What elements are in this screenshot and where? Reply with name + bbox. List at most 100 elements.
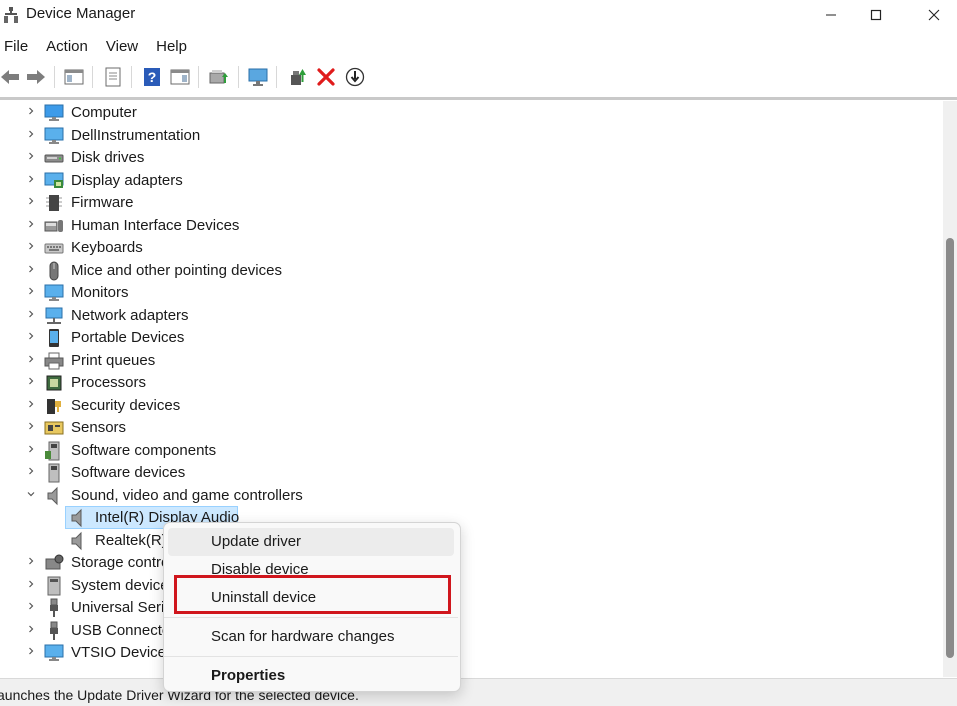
chevron-down-icon[interactable] xyxy=(25,489,37,501)
tree-category-item[interactable]: Keyboards xyxy=(0,237,900,259)
minimize-button[interactable] xyxy=(808,0,854,30)
tree-category-item[interactable]: Security devices xyxy=(0,395,900,417)
tree-category-item[interactable]: Disk drives xyxy=(0,147,900,169)
monitor-icon xyxy=(44,126,64,146)
monitor-icon xyxy=(44,283,64,303)
chevron-right-icon[interactable] xyxy=(25,421,37,433)
chevron-right-icon[interactable] xyxy=(25,466,37,478)
chevron-right-icon[interactable] xyxy=(25,399,37,411)
chevron-right-icon[interactable] xyxy=(25,556,37,568)
tree-category-item[interactable]: Display adapters xyxy=(0,170,900,192)
properties-button[interactable] xyxy=(101,65,125,89)
maximize-icon xyxy=(870,9,882,21)
console-tree-icon xyxy=(64,69,84,85)
chevron-right-icon[interactable] xyxy=(25,354,37,366)
tree-category-item[interactable]: Computer xyxy=(0,102,900,124)
tree-category-item[interactable]: Software devices xyxy=(0,462,900,484)
chevron-right-icon[interactable] xyxy=(25,309,37,321)
chevron-right-icon[interactable] xyxy=(25,444,37,456)
tree-category-item[interactable]: Monitors xyxy=(0,282,900,304)
tree-category-item[interactable]: Human Interface Devices xyxy=(0,215,900,237)
tree-category-item[interactable]: Sound, video and game controllers xyxy=(0,485,900,507)
enable-device-button[interactable] xyxy=(286,65,310,89)
tree-category-item[interactable]: Network adapters xyxy=(0,305,900,327)
tree-item-label: Storage contro xyxy=(71,554,170,571)
update-driver-icon xyxy=(209,70,228,84)
tree-item-label: Sensors xyxy=(71,419,127,436)
chevron-right-icon[interactable] xyxy=(25,151,37,163)
tree-category-item[interactable]: Mice and other pointing devices xyxy=(0,260,900,282)
update-driver-button[interactable] xyxy=(207,65,231,89)
maximize-button[interactable] xyxy=(853,0,899,30)
tree-item-label: Mice and other pointing devices xyxy=(71,261,282,279)
tree-item-label: Realtek(R) xyxy=(95,531,167,549)
device-manager-icon xyxy=(4,7,18,23)
tree-item-label: Sound, video and game controllers xyxy=(71,486,303,504)
uninstall-device-button[interactable] xyxy=(314,65,338,89)
forward-button[interactable] xyxy=(24,65,48,89)
toolbar-separator xyxy=(92,66,93,88)
close-button[interactable] xyxy=(911,0,957,30)
menu-file[interactable]: File xyxy=(0,34,32,60)
tree-category-item[interactable]: Software components xyxy=(0,440,900,462)
back-icon xyxy=(1,70,19,84)
tree-item-label: Universal Seria xyxy=(71,599,173,616)
chevron-right-icon[interactable] xyxy=(25,624,37,636)
ctx-properties[interactable]: Properties xyxy=(168,662,454,690)
chevron-right-icon[interactable] xyxy=(25,286,37,298)
chevron-right-icon[interactable] xyxy=(25,376,37,388)
disable-device-button[interactable] xyxy=(343,65,367,89)
chevron-right-icon[interactable] xyxy=(25,579,37,591)
system-device-icon xyxy=(44,576,64,596)
printer-icon xyxy=(44,351,64,371)
chevron-right-icon[interactable] xyxy=(25,106,37,118)
chevron-right-icon[interactable] xyxy=(25,646,37,658)
disk-drive-icon xyxy=(44,148,64,168)
title-bar: Device Manager xyxy=(0,0,957,32)
chevron-right-icon[interactable] xyxy=(25,264,37,276)
software-component-icon xyxy=(44,441,64,461)
sensor-icon xyxy=(44,418,64,438)
ctx-scan-hardware[interactable]: Scan for hardware changes xyxy=(168,623,454,651)
keyboard-icon xyxy=(44,238,64,258)
window-title: Device Manager xyxy=(26,5,136,22)
vertical-scrollbar[interactable] xyxy=(943,101,957,677)
chevron-right-icon[interactable] xyxy=(25,174,37,186)
back-button[interactable] xyxy=(0,65,22,89)
help-button[interactable]: ? xyxy=(140,65,164,89)
chevron-right-icon[interactable] xyxy=(25,241,37,253)
mouse-icon xyxy=(44,261,64,281)
tree-item-label: Software components xyxy=(71,441,217,459)
tree-item-label: Print queues xyxy=(71,351,156,369)
tree-item-label: VTSIO Devices xyxy=(71,644,174,661)
tree-category-item[interactable]: Portable Devices xyxy=(0,327,900,349)
chevron-right-icon[interactable] xyxy=(25,196,37,208)
tree-item-label: Display adapters xyxy=(71,171,183,189)
menu-view[interactable]: View xyxy=(102,34,142,60)
console-tree-button[interactable] xyxy=(62,65,86,89)
chevron-right-icon[interactable] xyxy=(25,219,37,231)
chevron-right-icon[interactable] xyxy=(25,129,37,141)
ctx-update-driver[interactable]: Update driver xyxy=(168,528,454,556)
scan-hardware-button[interactable] xyxy=(246,65,270,89)
scrollbar-thumb[interactable] xyxy=(946,238,954,658)
tree-item-label: Software devices xyxy=(71,464,186,481)
svg-text:?: ? xyxy=(148,69,157,85)
tree-category-item[interactable]: Sensors xyxy=(0,417,900,439)
tree-category-item[interactable]: DellInstrumentation xyxy=(0,125,900,147)
tree-category-item[interactable]: Processors xyxy=(0,372,900,394)
action-pane-button[interactable] xyxy=(168,65,192,89)
tree-category-item[interactable]: Firmware xyxy=(0,192,900,214)
menu-action[interactable]: Action xyxy=(42,34,92,60)
tree-category-item[interactable]: Print queues xyxy=(0,350,900,372)
properties-icon xyxy=(105,67,121,87)
chevron-right-icon[interactable] xyxy=(25,601,37,613)
speaker-icon xyxy=(68,531,88,551)
ctx-item-label: Properties xyxy=(211,667,286,684)
toolbar-separator xyxy=(238,66,239,88)
toolbar-separator xyxy=(276,66,277,88)
chevron-right-icon[interactable] xyxy=(25,331,37,343)
processor-icon xyxy=(44,373,64,393)
menu-help[interactable]: Help xyxy=(152,34,191,60)
tree-item-label: System device xyxy=(71,576,169,594)
